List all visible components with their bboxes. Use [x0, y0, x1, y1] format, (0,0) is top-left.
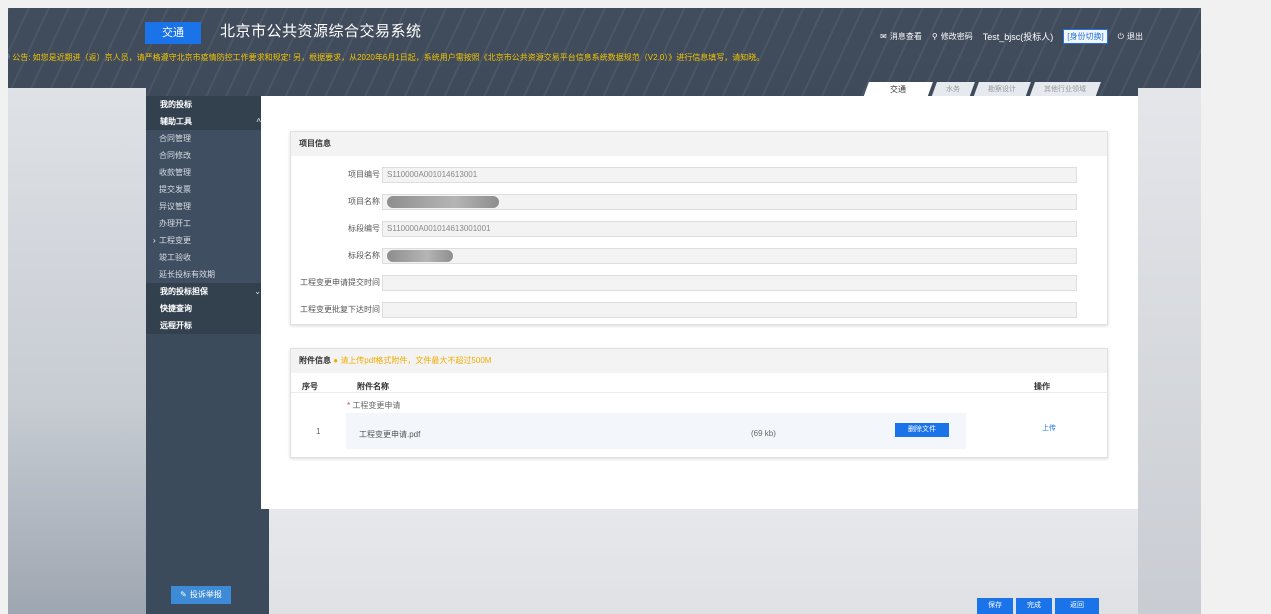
project-name-label: 项目名称	[348, 197, 380, 206]
approve-time-row: 工程变更批复下达时间	[291, 302, 1109, 318]
required-star: *	[347, 401, 351, 410]
approve-time-field[interactable]	[382, 302, 1077, 318]
section-no-row: 标段编号 S110000A001014613001001	[291, 221, 1109, 237]
speaker-icon: 🔊	[8, 53, 10, 62]
file-name[interactable]: 工程变更申请.pdf	[359, 429, 420, 440]
required-attachment-name: 工程变更申请	[352, 401, 401, 410]
approve-time-label: 工程变更批复下达时间	[300, 305, 380, 314]
project-no-field[interactable]: S110000A001014613001	[382, 167, 1077, 183]
sidebar-item-objection[interactable]: 异议管理	[146, 198, 269, 215]
attachment-panel: 附件信息 ● 请上传pdf格式附件，文件最大不超过500M 序号 附件名称 操作…	[290, 348, 1109, 458]
sidebar-item-remote-open[interactable]: 远程开标	[146, 317, 269, 334]
pencil-icon: ✎	[180, 590, 187, 599]
project-no-label: 项目编号	[348, 170, 380, 179]
messages-label: 消息查看	[889, 32, 922, 41]
sidebar-item-invoice[interactable]: 提交发票	[146, 181, 269, 198]
right-backdrop	[1138, 88, 1201, 614]
main-content: 项目信息 项目编号 S110000A001014613001 项目名称 标段编号…	[261, 96, 1138, 509]
notice-banner: 🔊 公告: 如您是近期进（返）京人员，请严格遵守北京市疫情防控工作要求和规定! …	[8, 52, 1201, 63]
complaint-label: 投诉举报	[189, 590, 222, 599]
col-name: 附件名称	[357, 382, 389, 391]
info-icon: ●	[333, 356, 339, 365]
upload-link[interactable]: 上传	[1042, 423, 1056, 433]
redacted-block	[387, 249, 453, 262]
top-links: ✉ 消息查看 ⚲ 修改密码 Test_bjsc(投标人) [身份切换] ⏻ 退出	[880, 29, 1143, 44]
sidebar: 我的投标 辅助工具 ^ 合同管理 合同修改 收款管理 提交发票 异议管理 办理开工…	[146, 96, 269, 614]
required-attachment: * 工程变更申请	[347, 400, 400, 411]
sidebar-item-extend[interactable]: 延长投标有效期	[146, 266, 269, 283]
power-icon: ⏻	[1117, 31, 1124, 41]
section-name-label: 标段名称	[348, 251, 380, 260]
user-name: Test_bjsc(投标人)	[982, 32, 1054, 42]
mail-icon: ✉	[880, 32, 887, 41]
section-no-field[interactable]: S110000A001014613001001	[382, 221, 1077, 237]
change-password-link[interactable]: ⚲ 修改密码	[932, 31, 973, 42]
save-button[interactable]: 保存	[977, 598, 1013, 614]
sidebar-item-contract-edit[interactable]: 合同修改	[146, 147, 269, 164]
change-password-label: 修改密码	[940, 32, 973, 41]
sidebar-item-my-bids[interactable]: 我的投标	[146, 96, 269, 113]
submit-time-row: 工程变更申请提交时间	[291, 275, 1109, 291]
sidebar-item-guarantee[interactable]: 我的投标担保 ⌄	[146, 283, 269, 300]
section-name-row: 标段名称	[291, 248, 1109, 264]
sidebar-item-change[interactable]: 工程变更	[146, 232, 269, 249]
logout-label: 退出	[1127, 32, 1143, 41]
redacted-block	[387, 195, 499, 208]
attachment-tip: 请上传pdf格式附件，文件最大不超过500M	[340, 356, 492, 365]
messages-link[interactable]: ✉ 消息查看	[880, 31, 922, 42]
attachment-title: 附件信息	[299, 356, 331, 365]
submit-time-field[interactable]	[382, 275, 1077, 291]
done-button[interactable]: 完成	[1016, 598, 1052, 614]
project-no-row: 项目编号 S110000A001014613001	[291, 167, 1109, 183]
attachment-file-row: 工程变更申请.pdf (69 kb) 删除文件	[346, 413, 966, 449]
project-name-field[interactable]	[382, 194, 1077, 210]
left-backdrop	[8, 88, 146, 614]
project-info-heading: 项目信息	[291, 132, 1107, 156]
header: 交通 北京市公共资源综合交易系统 ✉ 消息查看 ⚲ 修改密码 Test_bjsc…	[8, 8, 1201, 90]
project-name-row: 项目名称	[291, 194, 1109, 210]
role-switch-button[interactable]: [身份切换]	[1063, 29, 1108, 44]
delete-file-button[interactable]: 删除文件	[895, 423, 949, 437]
sidebar-item-acceptance[interactable]: 竣工验收	[146, 249, 269, 266]
app-frame: 交通 北京市公共资源综合交易系统 ✉ 消息查看 ⚲ 修改密码 Test_bjsc…	[8, 8, 1201, 614]
sidebar-item-contract[interactable]: 合同管理	[146, 130, 269, 147]
attachment-table-header: 序号 附件名称 操作	[291, 381, 1109, 393]
back-button[interactable]: 返回	[1055, 598, 1099, 614]
notice-text: 公告: 如您是近期进（返）京人员，请严格遵守北京市疫情防控工作要求和规定! 另，…	[12, 53, 765, 62]
attachment-heading: 附件信息 ● 请上传pdf格式附件，文件最大不超过500M	[291, 349, 1107, 373]
row-number: 1	[316, 427, 321, 436]
sidebar-item-payment[interactable]: 收款管理	[146, 164, 269, 181]
sidebar-item-quick-query[interactable]: 快捷查询	[146, 300, 269, 317]
submit-time-label: 工程变更申请提交时间	[300, 278, 380, 287]
domain-tag[interactable]: 交通	[145, 22, 201, 44]
project-info-panel: 项目信息 项目编号 S110000A001014613001 项目名称 标段编号…	[290, 131, 1108, 325]
col-action: 操作	[1034, 382, 1050, 391]
key-icon: ⚲	[931, 32, 938, 41]
bottom-actions: 保存 完成 返回	[977, 598, 1099, 614]
sidebar-item-start-work[interactable]: 办理开工	[146, 215, 269, 232]
chevron-down-icon: ⌄	[254, 287, 261, 296]
complaint-button[interactable]: ✎ 投诉举报	[171, 586, 231, 604]
col-no: 序号	[302, 382, 318, 391]
logout-link[interactable]: ⏻ 退出	[1118, 31, 1143, 42]
system-title: 北京市公共资源综合交易系统	[220, 23, 422, 40]
section-name-field[interactable]	[382, 248, 1077, 264]
file-size: (69 kb)	[751, 429, 776, 438]
section-no-label: 标段编号	[348, 224, 380, 233]
sidebar-item-tools[interactable]: 辅助工具 ^	[146, 113, 269, 130]
